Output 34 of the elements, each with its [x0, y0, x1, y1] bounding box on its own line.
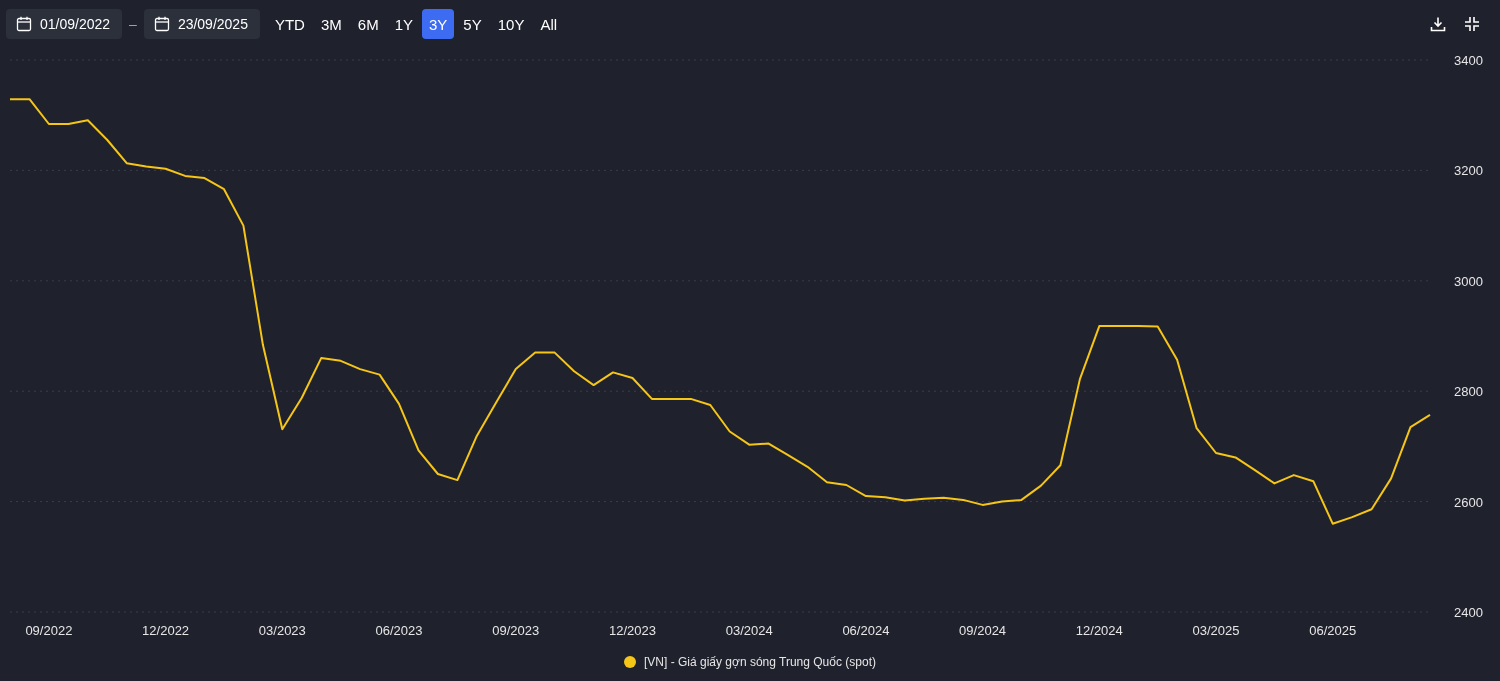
x-axis-label: 06/2024: [842, 623, 890, 638]
date-separator: –: [129, 16, 137, 32]
x-axis-label: 06/2025: [1309, 623, 1357, 638]
y-axis-label: 3400: [1454, 53, 1483, 68]
y-axis-label: 2800: [1454, 384, 1483, 400]
x-axis-label: 12/2023: [608, 623, 656, 638]
y-axis-label: 2400: [1454, 605, 1483, 620]
range-button[interactable]: 10Y: [490, 9, 532, 39]
y-axis-label: 3000: [1454, 273, 1483, 289]
x-axis-label: 03/2025: [1192, 623, 1240, 638]
end-date-picker[interactable]: 23/09/2025: [143, 9, 260, 39]
x-axis-label: 06/2023: [375, 623, 423, 638]
legend-label[interactable]: [VN] - Giá giấy gợn sóng Trung Quốc (spot): [644, 654, 876, 669]
range-button[interactable]: 3Y: [422, 9, 455, 39]
y-axis-label: 3200: [1454, 163, 1483, 179]
calendar-icon: [16, 16, 32, 32]
start-date-picker[interactable]: 01/09/2022: [6, 9, 123, 39]
calendar-icon: [153, 16, 170, 32]
x-axis-label: 09/2022: [25, 623, 73, 638]
range-button[interactable]: All: [533, 9, 565, 39]
range-button[interactable]: 1Y: [387, 9, 420, 39]
x-axis-label: 03/2023: [258, 623, 306, 638]
x-axis-label: 12/2024: [1075, 623, 1123, 638]
y-axis-label: 2600: [1454, 494, 1483, 510]
range-button[interactable]: YTD: [267, 9, 312, 39]
download-icon[interactable]: [1430, 16, 1446, 32]
x-axis-label: 09/2023: [492, 623, 540, 638]
x-axis-label: 12/2022: [142, 623, 190, 638]
range-button[interactable]: 3M: [313, 9, 349, 39]
range-button[interactable]: 5Y: [456, 9, 489, 39]
x-axis-label: 09/2024: [959, 623, 1007, 638]
x-axis-label: 03/2024: [725, 623, 773, 638]
range-button[interactable]: 6M: [350, 9, 386, 39]
collapse-icon[interactable]: [1464, 16, 1480, 32]
